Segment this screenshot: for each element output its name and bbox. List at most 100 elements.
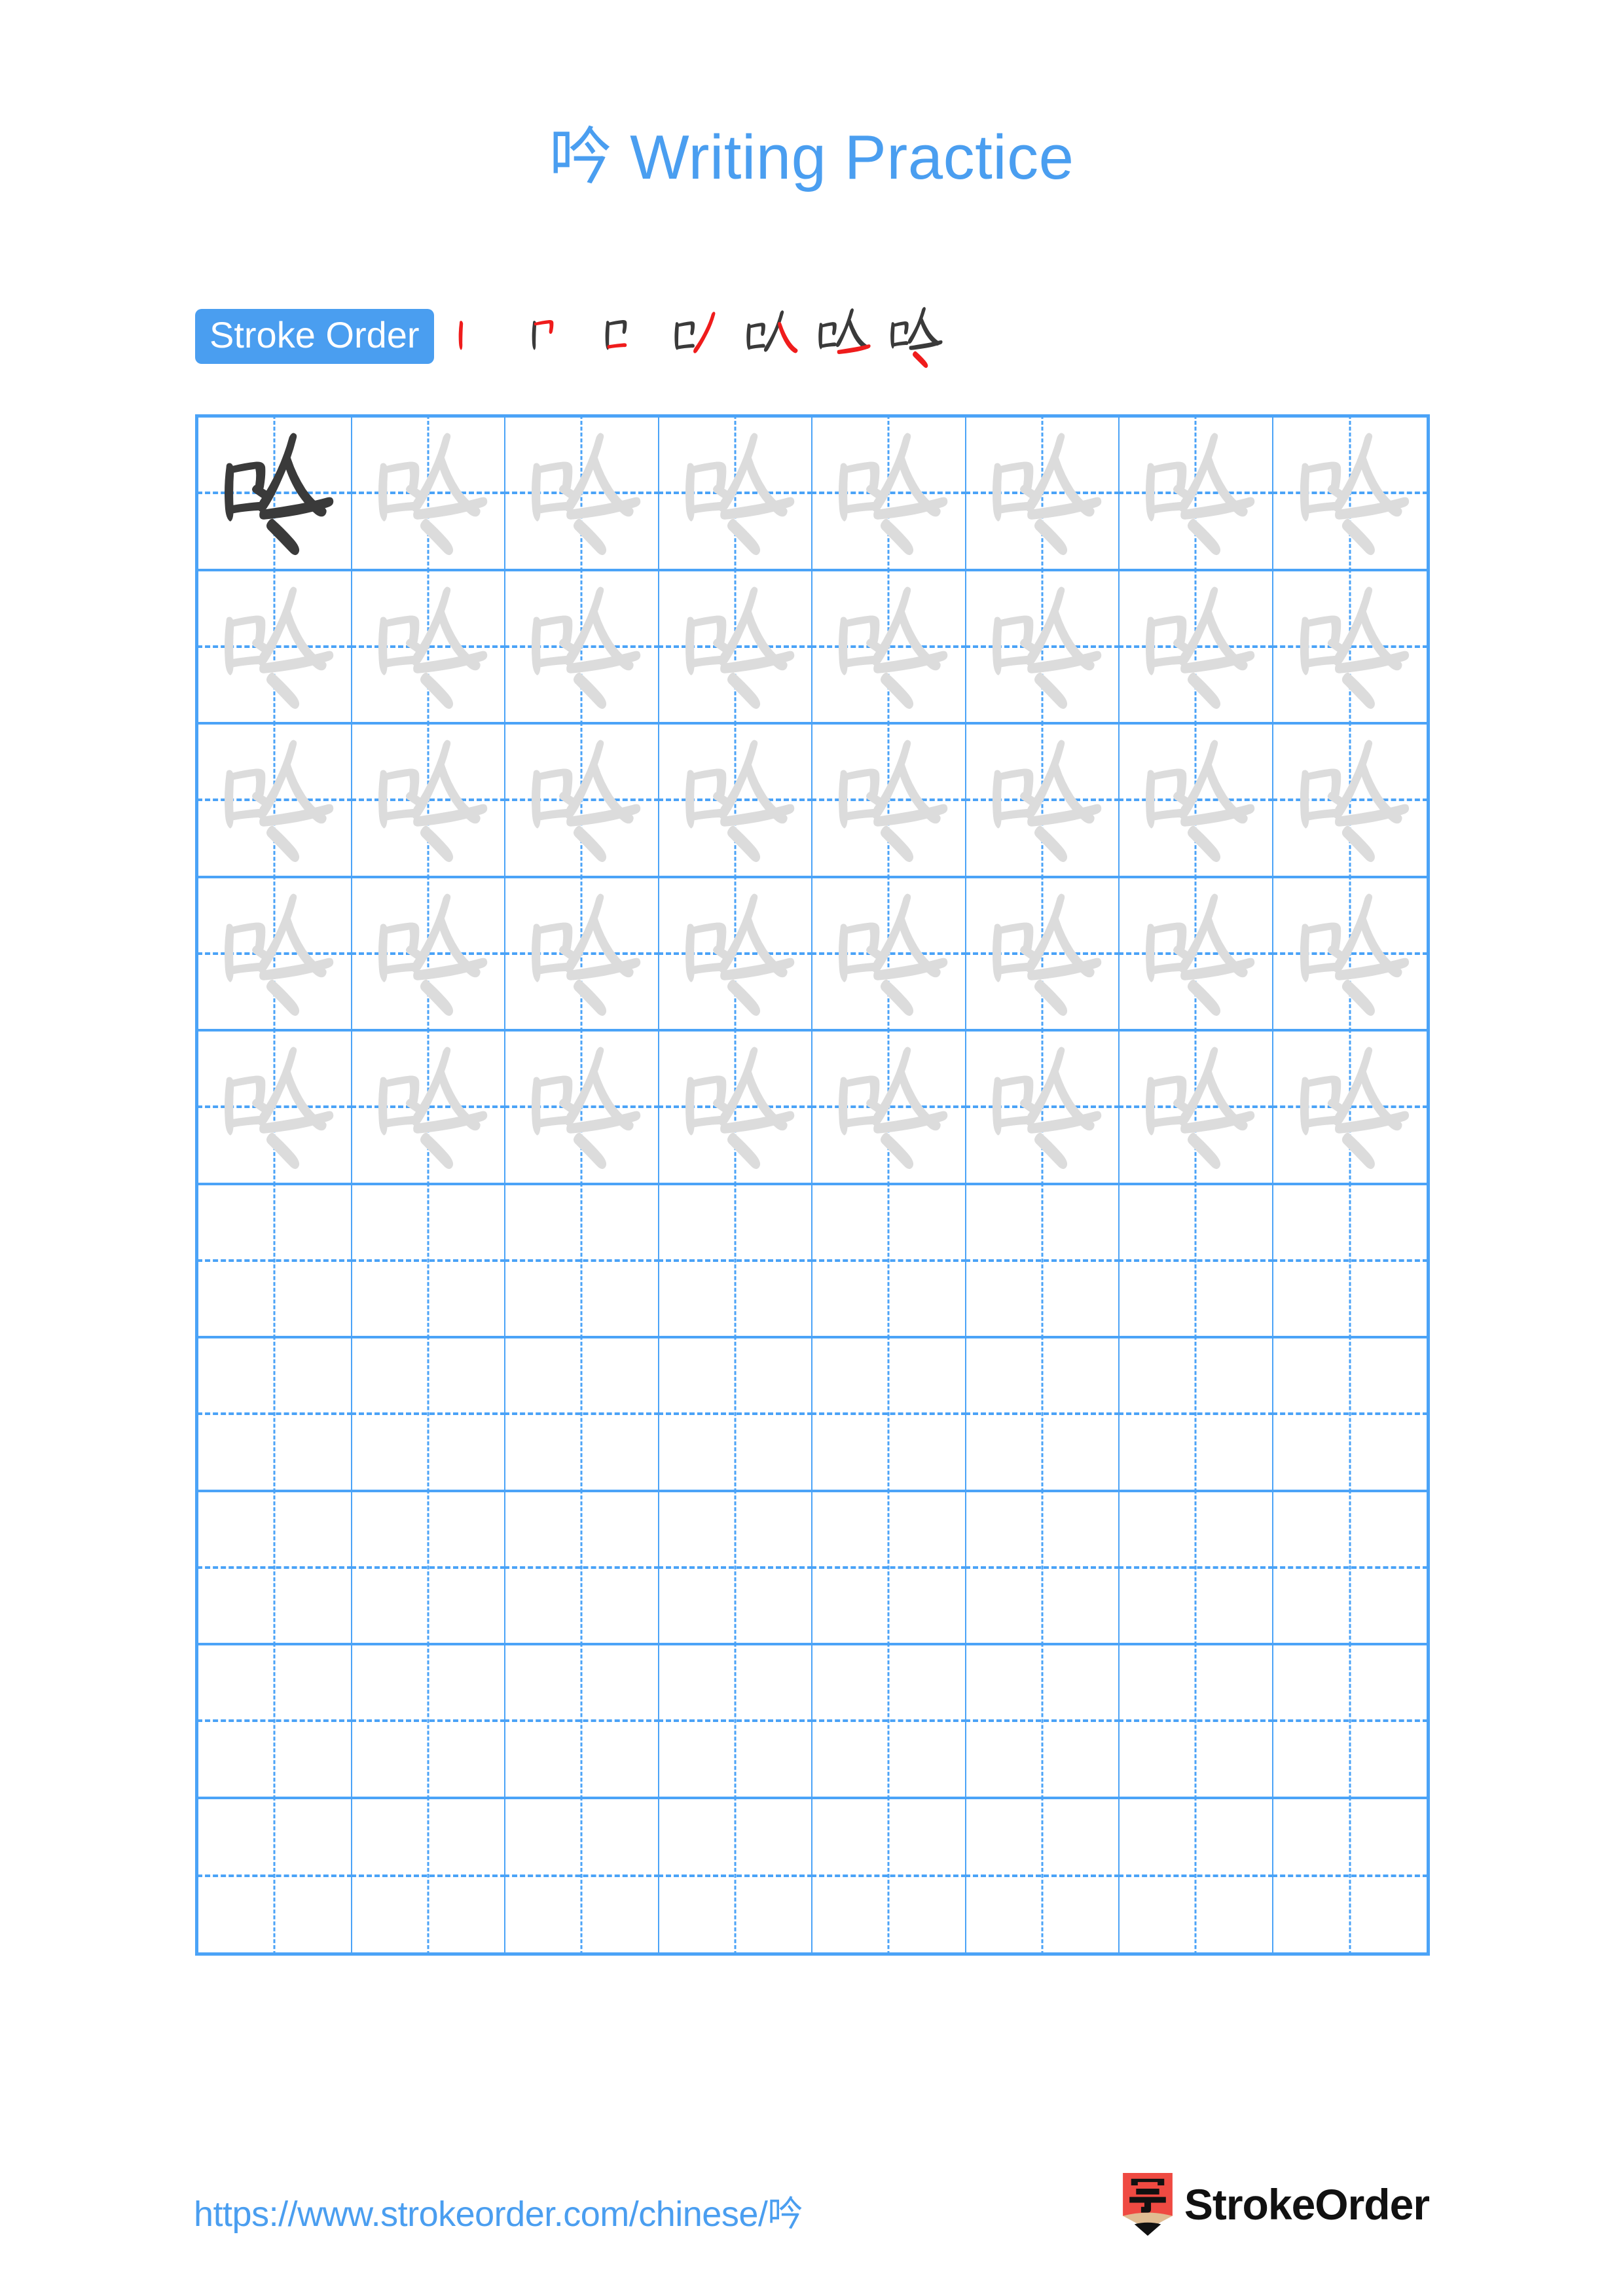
practice-cell-r3-c6[interactable] (966, 725, 1120, 878)
practice-cell-r5-c5[interactable] (812, 1031, 966, 1185)
practice-cell-r4-c7[interactable] (1120, 878, 1273, 1031)
practice-cell-r8-c3[interactable] (505, 1492, 659, 1645)
tracing-character-glyph (505, 725, 658, 876)
practice-cell-r7-c3[interactable] (505, 1338, 659, 1492)
tracing-character-glyph (1120, 571, 1272, 723)
practice-cell-r4-c4[interactable] (659, 878, 812, 1031)
practice-cell-r10-c1[interactable] (198, 1799, 352, 1952)
practice-cell-r7-c7[interactable] (1120, 1338, 1273, 1492)
practice-cell-r2-c5[interactable] (812, 571, 966, 725)
practice-cell-r1-c6[interactable] (966, 418, 1120, 571)
practice-cell-r8-c6[interactable] (966, 1492, 1120, 1645)
practice-cell-r1-c7[interactable] (1120, 418, 1273, 571)
practice-cell-r10-c6[interactable] (966, 1799, 1120, 1952)
brand-logo[interactable]: StrokeOrder (1122, 2173, 1430, 2236)
practice-cell-r10-c7[interactable] (1120, 1799, 1273, 1952)
practice-cell-r3-c3[interactable] (505, 725, 659, 878)
practice-cell-r6-c1[interactable] (198, 1185, 352, 1338)
practice-cell-r8-c5[interactable] (812, 1492, 966, 1645)
practice-cell-r9-c1[interactable] (198, 1645, 352, 1799)
tracing-character-glyph (812, 571, 965, 723)
practice-cell-r1-c3[interactable] (505, 418, 659, 571)
tracing-character-glyph (198, 571, 351, 723)
practice-cell-r10-c3[interactable] (505, 1799, 659, 1952)
practice-cell-r4-c2[interactable] (352, 878, 505, 1031)
practice-cell-r2-c8[interactable] (1273, 571, 1427, 725)
practice-cell-r4-c3[interactable] (505, 878, 659, 1031)
practice-cell-r2-c4[interactable] (659, 571, 812, 725)
practice-cell-r2-c6[interactable] (966, 571, 1120, 725)
practice-cell-r8-c2[interactable] (352, 1492, 505, 1645)
practice-cell-r10-c2[interactable] (352, 1799, 505, 1952)
practice-cell-r1-c4[interactable] (659, 418, 812, 571)
practice-cell-r7-c2[interactable] (352, 1338, 505, 1492)
practice-cell-r2-c3[interactable] (505, 571, 659, 725)
practice-cell-r9-c5[interactable] (812, 1645, 966, 1799)
practice-cell-r4-c5[interactable] (812, 878, 966, 1031)
practice-cell-r10-c5[interactable] (812, 1799, 966, 1952)
tracing-character-glyph (352, 725, 505, 876)
tracing-character-glyph (1120, 418, 1272, 569)
practice-cell-r5-c2[interactable] (352, 1031, 505, 1185)
practice-cell-r6-c6[interactable] (966, 1185, 1120, 1338)
footer-url-link[interactable]: https://www.strokeorder.com/chinese/吟 (194, 2185, 803, 2236)
practice-cell-r6-c2[interactable] (352, 1185, 505, 1338)
practice-cell-r7-c5[interactable] (812, 1338, 966, 1492)
tracing-character-glyph (1120, 878, 1272, 1030)
practice-cell-r5-c8[interactable] (1273, 1031, 1427, 1185)
practice-cell-r3-c1[interactable] (198, 725, 352, 878)
tracing-character-glyph (198, 725, 351, 876)
tracing-character-glyph (505, 571, 658, 723)
practice-cell-r5-c1[interactable] (198, 1031, 352, 1185)
practice-cell-r10-c8[interactable] (1273, 1799, 1427, 1953)
practice-cell-r2-c2[interactable] (352, 571, 505, 725)
practice-cell-r10-c4[interactable] (659, 1799, 812, 1952)
practice-cell-r5-c6[interactable] (966, 1031, 1120, 1185)
practice-cell-r6-c3[interactable] (505, 1185, 659, 1338)
tracing-character-glyph (1273, 418, 1427, 569)
practice-cell-r2-c7[interactable] (1120, 571, 1273, 725)
practice-cell-r9-c4[interactable] (659, 1645, 812, 1799)
practice-cell-r6-c4[interactable] (659, 1185, 812, 1338)
practice-cell-r5-c7[interactable] (1120, 1031, 1273, 1185)
page-title: 吟 Writing Practice (0, 106, 1623, 197)
tracing-character-glyph (659, 725, 812, 876)
practice-cell-r1-c5[interactable] (812, 418, 966, 571)
practice-cell-r1-c1[interactable] (198, 418, 352, 571)
practice-cell-r3-c7[interactable] (1120, 725, 1273, 878)
tracing-character-glyph (812, 418, 965, 569)
practice-grid (195, 414, 1430, 1956)
practice-cell-r2-c1[interactable] (198, 571, 352, 725)
practice-cell-r4-c8[interactable] (1273, 878, 1427, 1031)
practice-cell-r9-c7[interactable] (1120, 1645, 1273, 1799)
practice-cell-r1-c2[interactable] (352, 418, 505, 571)
practice-cell-r9-c8[interactable] (1273, 1645, 1427, 1799)
practice-cell-r4-c6[interactable] (966, 878, 1120, 1031)
practice-cell-r7-c6[interactable] (966, 1338, 1120, 1492)
practice-cell-r6-c7[interactable] (1120, 1185, 1273, 1338)
tracing-character-glyph (966, 725, 1119, 876)
practice-cell-r9-c2[interactable] (352, 1645, 505, 1799)
practice-cell-r3-c2[interactable] (352, 725, 505, 878)
practice-cell-r4-c1[interactable] (198, 878, 352, 1031)
practice-cell-r9-c6[interactable] (966, 1645, 1120, 1799)
practice-cell-r8-c1[interactable] (198, 1492, 352, 1645)
practice-cell-r6-c5[interactable] (812, 1185, 966, 1338)
practice-cell-r1-c8[interactable] (1273, 418, 1427, 571)
practice-cell-r6-c8[interactable] (1273, 1185, 1427, 1338)
practice-cell-r5-c4[interactable] (659, 1031, 812, 1185)
practice-cell-r7-c8[interactable] (1273, 1338, 1427, 1492)
practice-cell-r3-c8[interactable] (1273, 725, 1427, 878)
tracing-character-glyph (505, 878, 658, 1030)
model-character-glyph (198, 418, 351, 569)
practice-cell-r3-c5[interactable] (812, 725, 966, 878)
practice-cell-r5-c3[interactable] (505, 1031, 659, 1185)
practice-cell-r8-c8[interactable] (1273, 1492, 1427, 1645)
practice-cell-r3-c4[interactable] (659, 725, 812, 878)
practice-cell-r8-c4[interactable] (659, 1492, 812, 1645)
practice-cell-r7-c1[interactable] (198, 1338, 352, 1492)
practice-cell-r9-c3[interactable] (505, 1645, 659, 1799)
tracing-character-glyph (1273, 878, 1427, 1030)
practice-cell-r8-c7[interactable] (1120, 1492, 1273, 1645)
practice-cell-r7-c4[interactable] (659, 1338, 812, 1492)
